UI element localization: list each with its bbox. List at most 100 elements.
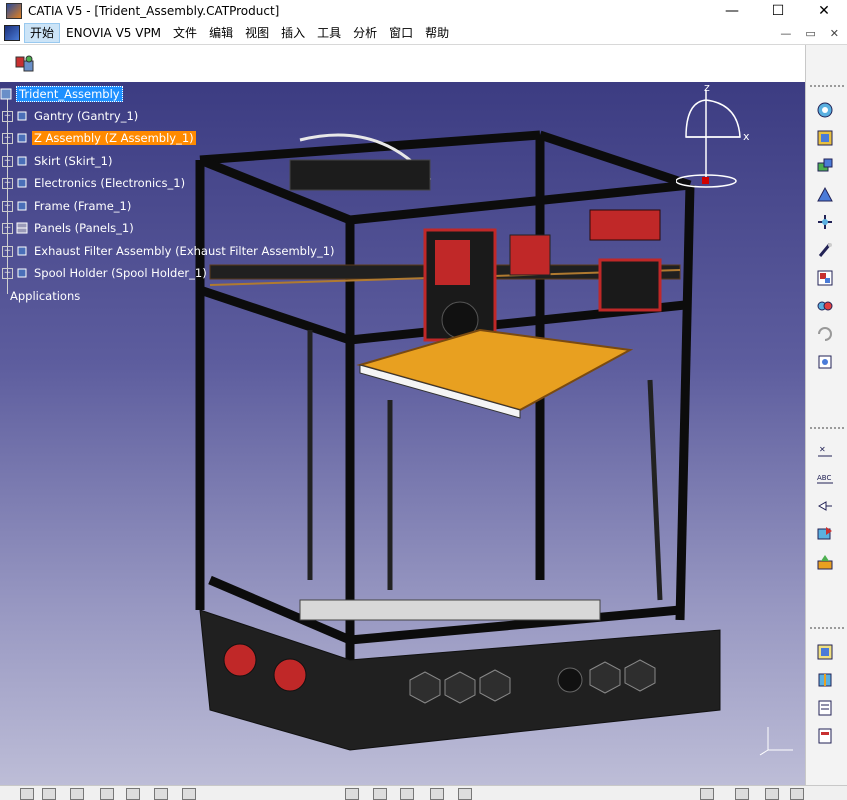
menu-edit[interactable]: 编辑: [203, 23, 239, 43]
window-title: CATIA V5 - [Trident_Assembly.CATProduct]: [28, 4, 280, 18]
toolbar-button[interactable]: ✕: [812, 437, 838, 463]
save-icon[interactable]: [70, 788, 84, 800]
annotation-icon: ✕: [818, 445, 832, 457]
expand-icon[interactable]: +: [2, 177, 13, 189]
compass-z-label: z: [704, 82, 710, 94]
expand-icon[interactable]: +: [2, 222, 13, 234]
catia-app-icon[interactable]: [6, 3, 22, 19]
fit-all-icon[interactable]: [373, 788, 387, 800]
pan-icon[interactable]: [400, 788, 414, 800]
tree-item-skirt[interactable]: + Skirt (Skirt_1): [2, 152, 114, 170]
paste-icon[interactable]: [182, 788, 196, 800]
tree-item-label[interactable]: Exhaust Filter Assembly (Exhaust Filter …: [32, 244, 337, 258]
tree-item-spool-holder[interactable]: + Spool Holder (Spool Holder_1): [2, 264, 209, 282]
expand-icon[interactable]: +: [2, 155, 13, 167]
print-icon[interactable]: [100, 788, 114, 800]
toolbar-button[interactable]: [812, 723, 838, 749]
toolbar-button[interactable]: [812, 667, 838, 693]
scene-icon: [817, 555, 833, 570]
toolbar-grip[interactable]: [810, 427, 844, 435]
tree-root[interactable]: Trident_Assembly: [0, 85, 123, 103]
tree-item-z-assembly[interactable]: + Z Assembly (Z Assembly_1): [2, 129, 196, 147]
tree-root-label[interactable]: Trident_Assembly: [16, 86, 123, 102]
tree-item-label[interactable]: Frame (Frame_1): [32, 199, 133, 213]
tree-item-label[interactable]: Electronics (Electronics_1): [32, 176, 187, 190]
doc-minimize-button[interactable]: —: [780, 27, 791, 40]
component-icon: [17, 201, 27, 211]
swap-space-icon[interactable]: [790, 788, 804, 800]
toolbar-button[interactable]: [812, 321, 838, 347]
tree-item-label[interactable]: Skirt (Skirt_1): [32, 154, 114, 168]
copy-icon[interactable]: [154, 788, 168, 800]
cut-icon[interactable]: [126, 788, 140, 800]
open-file-icon[interactable]: [42, 788, 56, 800]
menu-file[interactable]: 文件: [167, 23, 203, 43]
zoom-icon[interactable]: [458, 788, 472, 800]
compass-icon[interactable]: z x: [676, 82, 756, 192]
toolbar-button[interactable]: [812, 349, 838, 375]
menu-analysis[interactable]: 分析: [347, 23, 383, 43]
minimize-button[interactable]: —: [709, 0, 755, 22]
toolbar-button[interactable]: [812, 493, 838, 519]
toolbar-button[interactable]: [812, 549, 838, 575]
toolbar-grip[interactable]: [810, 627, 844, 635]
expand-icon[interactable]: +: [2, 267, 13, 279]
document-icon[interactable]: [4, 25, 20, 41]
tree-item-exhaust-filter[interactable]: + Exhaust Filter Assembly (Exhaust Filte…: [2, 242, 337, 260]
toolbar-button[interactable]: [812, 695, 838, 721]
bottom-toolbar: [0, 785, 847, 800]
tree-item-label[interactable]: Z Assembly (Z Assembly_1): [32, 131, 196, 145]
toolbar-button[interactable]: [812, 125, 838, 151]
doc-close-button[interactable]: ✕: [830, 27, 839, 40]
toolbar-button[interactable]: [812, 209, 838, 235]
expand-icon[interactable]: +: [2, 132, 13, 144]
doc-restore-button[interactable]: ▭: [805, 27, 815, 40]
view-mode-icon[interactable]: [700, 788, 714, 800]
menu-insert[interactable]: 插入: [275, 23, 311, 43]
tree-item-gantry[interactable]: + Gantry (Gantry_1): [2, 107, 140, 125]
tree-item-label[interactable]: Applications: [8, 289, 82, 303]
maximize-button[interactable]: ☐: [755, 0, 801, 22]
toolbar-grip[interactable]: [810, 85, 844, 93]
toolbar-button[interactable]: [812, 293, 838, 319]
assembly-design-icon[interactable]: [14, 53, 36, 75]
toolbar-button[interactable]: [812, 153, 838, 179]
expand-icon[interactable]: +: [2, 245, 13, 257]
rotate-icon[interactable]: [430, 788, 444, 800]
hide-show-icon[interactable]: [765, 788, 779, 800]
menu-start[interactable]: 开始: [24, 23, 61, 43]
menu-view[interactable]: 视图: [239, 23, 275, 43]
tree-item-applications[interactable]: Applications: [8, 287, 82, 305]
toolbar-button[interactable]: ABC: [812, 465, 838, 491]
tree-item-frame[interactable]: + Frame (Frame_1): [2, 197, 133, 215]
toolbar-button[interactable]: [812, 521, 838, 547]
expand-icon[interactable]: +: [2, 200, 13, 212]
tree-item-electronics[interactable]: + Electronics (Electronics_1): [2, 174, 187, 192]
fly-mode-icon[interactable]: [345, 788, 359, 800]
menu-tools[interactable]: 工具: [311, 23, 347, 43]
product-icon: [0, 88, 12, 100]
explode-icon: [817, 270, 833, 286]
new-product-icon: [817, 130, 833, 146]
build-plate: [356, 328, 634, 412]
toolbar-button[interactable]: [812, 237, 838, 263]
toolbar-button[interactable]: [812, 97, 838, 123]
close-button[interactable]: ✕: [801, 0, 847, 22]
bom-icon: [818, 700, 832, 716]
menu-window[interactable]: 窗口: [383, 23, 419, 43]
compass-x-label: x: [743, 130, 750, 143]
render-style-icon[interactable]: [735, 788, 749, 800]
menu-enovia[interactable]: ENOVIA V5 VPM: [60, 23, 167, 43]
toolbar-button[interactable]: [812, 639, 838, 665]
menu-help[interactable]: 帮助: [419, 23, 455, 43]
tree-item-label[interactable]: Panels (Panels_1): [32, 221, 136, 235]
tree-item-label[interactable]: Gantry (Gantry_1): [32, 109, 140, 123]
flag-note-icon: [817, 501, 832, 511]
tree-item-panels[interactable]: + Panels (Panels_1): [2, 219, 136, 237]
toolbar-button[interactable]: [812, 265, 838, 291]
expand-icon[interactable]: +: [2, 110, 13, 122]
tree-item-label[interactable]: Spool Holder (Spool Holder_1): [32, 266, 209, 280]
new-file-icon[interactable]: [20, 788, 34, 800]
workbench-strip: [0, 45, 805, 82]
toolbar-button[interactable]: [812, 181, 838, 207]
